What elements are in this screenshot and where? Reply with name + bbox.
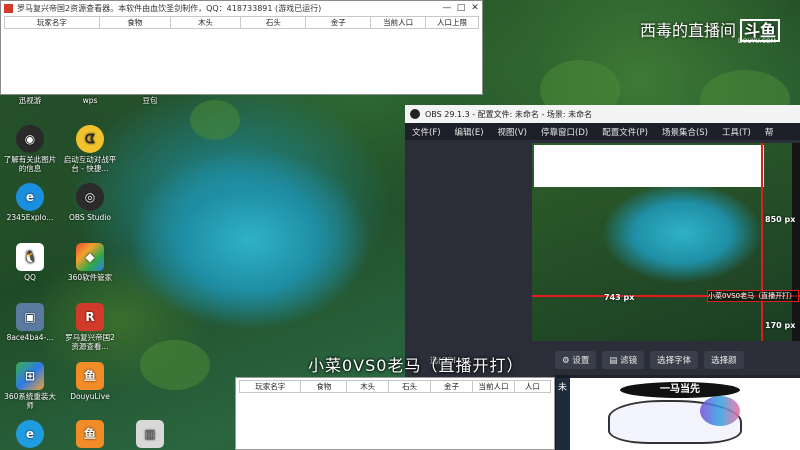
minimize-button[interactable]: —: [440, 3, 454, 13]
desktop-icon[interactable]: ◎ OBS Studio: [62, 183, 118, 222]
desktop-icon[interactable]: 🐧 QQ: [2, 243, 58, 282]
360-icon: ◆: [76, 243, 104, 271]
menu-docks[interactable]: 停靠窗口(D): [541, 126, 588, 138]
menu-profile[interactable]: 配置文件(P): [602, 126, 648, 138]
preview-mini-window: [534, 145, 764, 187]
source-toolbar: ⚙ 设置 ▤ 滤镜 选择字体 选择颜: [555, 349, 750, 371]
column-header[interactable]: 当前人口: [473, 381, 515, 392]
douyu2-icon: 鱼: [76, 420, 104, 448]
column-header[interactable]: 木头: [347, 381, 390, 392]
browser-icon: e: [16, 183, 44, 211]
measure-bottom: 170 px: [765, 321, 796, 330]
desktop-icon[interactable]: R 罗马复兴帝国2资源查看...: [62, 303, 118, 351]
close-button[interactable]: ✕: [468, 3, 482, 13]
selected-source[interactable]: 小菜0VS0老马（直播开打）: [707, 290, 799, 302]
pacman-icon: ᗧ: [76, 125, 104, 153]
menu-edit[interactable]: 编辑(E): [455, 126, 484, 138]
settings-button[interactable]: ⚙ 设置: [555, 351, 597, 369]
camera-icon: ◉: [16, 125, 44, 153]
360-reinstall-icon: ⊞: [16, 362, 44, 390]
watermark-sub: DOUYU.COM: [738, 38, 776, 45]
resource-viewer-window[interactable]: 罗马复兴帝国2资源查看器。本软件由血饮圣剑制作，QQ：418733891 (游戏…: [0, 0, 483, 95]
folder-icon: ▥: [136, 420, 164, 448]
column-header[interactable]: 金子: [306, 17, 372, 28]
desktop-icon[interactable]: 鱼 DouyuLive: [62, 362, 118, 401]
column-header[interactable]: 玩家名字: [5, 17, 100, 28]
filter-icon: ▤: [609, 356, 621, 366]
image-icon: ▣: [16, 303, 44, 331]
obs-logo-icon: [410, 109, 420, 119]
select-color-button[interactable]: 选择颜: [704, 351, 744, 369]
menu-tools[interactable]: 工具(T): [722, 126, 751, 138]
resource-list-window[interactable]: 玩家名字 食物 木头 石头 金子 当前人口 人口: [235, 377, 555, 450]
obs-preview[interactable]: 850 px 743 px 170 px 小菜0VS0老马（直播开打）: [532, 143, 800, 341]
obs-menubar: 文件(F) 编辑(E) 视图(V) 停靠窗口(D) 配置文件(P) 场景集合(S…: [405, 123, 800, 140]
douyu-icon: 鱼: [76, 362, 104, 390]
table-header: 玩家名字 食物 木头 石头 金子 当前人口 人口上限: [4, 16, 479, 29]
column-header[interactable]: 金子: [431, 381, 473, 392]
desktop-icon[interactable]: e: [2, 420, 58, 450]
app-icon: [4, 3, 13, 13]
desktop-icon[interactable]: e 2345Explo...: [2, 183, 58, 222]
qq-icon: 🐧: [16, 243, 44, 271]
column-header[interactable]: 当前人口: [371, 17, 427, 28]
desktop-icon[interactable]: wps: [62, 96, 118, 105]
desktop-icon[interactable]: 豆包: [122, 96, 178, 105]
edge-icon: e: [16, 420, 44, 448]
column-header[interactable]: 人口: [515, 381, 550, 392]
measure-vertical: 850 px: [765, 215, 796, 224]
menu-scene-collection[interactable]: 场景集合(S): [662, 126, 708, 138]
watermark-text: 西毒的直播间: [640, 21, 737, 40]
column-header[interactable]: 玩家名字: [240, 381, 302, 392]
maximize-button[interactable]: □: [454, 3, 468, 13]
desktop-icon[interactable]: 迅视游: [2, 96, 58, 105]
side-panel-strip: 未: [556, 378, 570, 450]
column-header[interactable]: 人口上限: [426, 17, 478, 28]
column-header[interactable]: 石头: [389, 381, 432, 392]
desktop-icon[interactable]: ᗧ 启动互动对战平台 - 快捷...: [62, 125, 118, 173]
obs-title: OBS 29.1.3 - 配置文件: 未命名 - 场景: 未命名: [425, 109, 593, 119]
obs-icon: ◎: [76, 183, 104, 211]
window-title: 罗马复兴帝国2资源查看器。本软件由血饮圣剑制作，QQ：418733891 (游戏…: [17, 3, 322, 13]
menu-file[interactable]: 文件(F): [412, 126, 441, 138]
measure-horizontal: 743 px: [604, 293, 635, 302]
rome-icon: R: [76, 303, 104, 331]
desktop-icon[interactable]: ▥: [122, 420, 178, 450]
column-header[interactable]: 木头: [171, 17, 242, 28]
obs-titlebar[interactable]: OBS 29.1.3 - 配置文件: 未命名 - 场景: 未命名: [405, 105, 800, 123]
menu-view[interactable]: 视图(V): [498, 126, 527, 138]
column-header[interactable]: 食物: [100, 17, 171, 28]
select-font-button[interactable]: 选择字体: [650, 351, 699, 369]
column-header[interactable]: 食物: [301, 381, 348, 392]
desktop-icon[interactable]: ⊞ 360系统重装大师: [2, 362, 58, 410]
stream-caption: 小菜0VS0老马（直播开打）: [308, 356, 524, 375]
unicorn-mane: [700, 396, 740, 426]
desktop-icon[interactable]: ◉ 了解有关此图片的信息: [2, 125, 58, 173]
table-header: 玩家名字 食物 木头 石头 金子 当前人口 人口: [239, 380, 551, 393]
menu-help[interactable]: 帮: [765, 126, 774, 138]
column-header[interactable]: 石头: [241, 17, 307, 28]
unicorn-image: 一马当先: [570, 378, 800, 450]
desktop-icon[interactable]: ◆ 360软件管家: [62, 243, 118, 282]
filters-button[interactable]: ▤ 滤镜: [602, 351, 645, 369]
window-titlebar[interactable]: 罗马复兴帝国2资源查看器。本软件由血饮圣剑制作，QQ：418733891 (游戏…: [1, 1, 482, 15]
desktop-icon[interactable]: ▣ 8ace4ba4-...: [2, 303, 58, 342]
preview-desktop-capture: [532, 143, 792, 341]
guide-line-vertical: [761, 143, 763, 341]
desktop-icon[interactable]: 鱼: [62, 420, 118, 450]
gear-icon: ⚙: [562, 356, 573, 366]
